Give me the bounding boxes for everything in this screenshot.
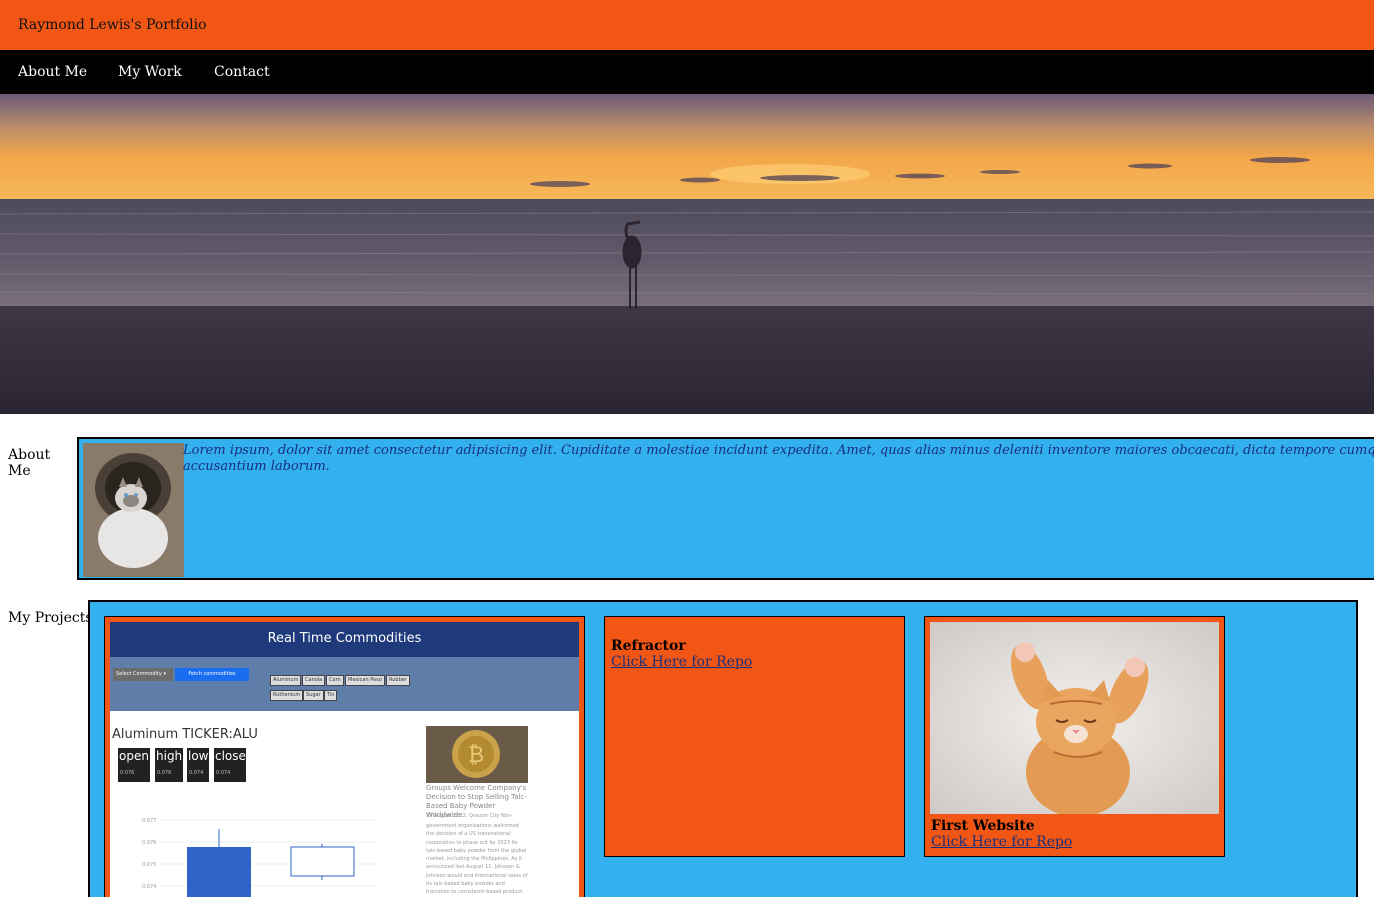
about-me-section: Lorem ipsum, dolor sit amet consectetur … [77, 437, 1374, 580]
candlestick-chart: 0.077 0.076 0.075 0.074 [142, 818, 375, 897]
first-website-repo-link[interactable]: Click Here for Repo [931, 834, 1072, 850]
my-projects-heading: My Projects [8, 610, 93, 626]
candle-1 [187, 847, 251, 897]
refractor-repo-link[interactable]: Click Here for Repo [611, 654, 752, 670]
profile-cat-photo [83, 443, 184, 577]
site-title: Raymond Lewis's Portfolio [18, 17, 207, 33]
select-commodity: Select Commodity ▾ [113, 668, 173, 681]
project-card-commodities[interactable]: Real Time Commodities Select Commodity ▾… [104, 616, 585, 897]
svg-text:₿: ₿ [468, 743, 484, 768]
chip-tin: Tin [324, 690, 338, 701]
chip-aluminum: Aluminum [270, 675, 302, 686]
nav-about-me[interactable]: About Me [18, 64, 87, 80]
app-title: Real Time Commodities [267, 631, 422, 646]
nav-contact[interactable]: Contact [214, 64, 270, 80]
about-me-heading: About Me [8, 447, 51, 479]
chart-tick-0: 0.077 [142, 818, 156, 824]
chart-tick-2: 0.075 [142, 862, 156, 868]
stat-open: open 0.076 [118, 748, 150, 782]
project-title-refractor: Refractor [611, 638, 686, 654]
bitcoin-news-image: ₿ [426, 726, 528, 783]
chip-mexican-peso: Mexican Peso [345, 675, 385, 686]
chart-tick-1: 0.076 [142, 840, 156, 846]
commodities-app-screenshot: Real Time Commodities Select Commodity ▾… [110, 622, 579, 897]
chip-rubber: Rubber [386, 675, 410, 686]
stat-low: low 0.074 [187, 748, 209, 782]
chip-ruthenium: Ruthenium [270, 690, 304, 701]
stat-close: close 0.074 [214, 748, 246, 782]
app-header: Real Time Commodities [110, 622, 579, 657]
app-controls: Select Commodity ▾ Fetch commodities Alu… [110, 657, 579, 711]
about-me-text: Lorem ipsum, dolor sit amet consectetur … [183, 443, 1374, 474]
kitten-photo [930, 622, 1219, 814]
candle-2 [290, 846, 355, 877]
chip-sugar: Sugar [303, 690, 324, 701]
project-title-first-website: First Website [931, 818, 1035, 834]
fetch-commodities-button: Fetch commodities [175, 668, 249, 681]
chip-corn: Corn [326, 675, 344, 686]
nav-bar: About Me My Work Contact [0, 50, 1374, 94]
news-date: 19 August 2022, Quezon City Non- [426, 813, 513, 819]
top-header: Raymond Lewis's Portfolio [0, 0, 1374, 50]
commodity-heading: Aluminum TICKER:ALU [112, 727, 258, 742]
project-card-first-website[interactable]: First Website Click Here for Repo [924, 616, 1225, 857]
project-card-refractor[interactable]: Refractor Click Here for Repo [604, 616, 905, 857]
nav-my-work[interactable]: My Work [118, 64, 182, 80]
stat-high: high 0.076 [155, 748, 183, 782]
hero-image [0, 94, 1374, 414]
projects-section: Real Time Commodities Select Commodity ▾… [88, 600, 1358, 897]
news-body: government organizations welcomed the de… [426, 823, 528, 896]
chart-tick-3: 0.074 [142, 884, 156, 890]
chip-canola: Canola [302, 675, 326, 686]
